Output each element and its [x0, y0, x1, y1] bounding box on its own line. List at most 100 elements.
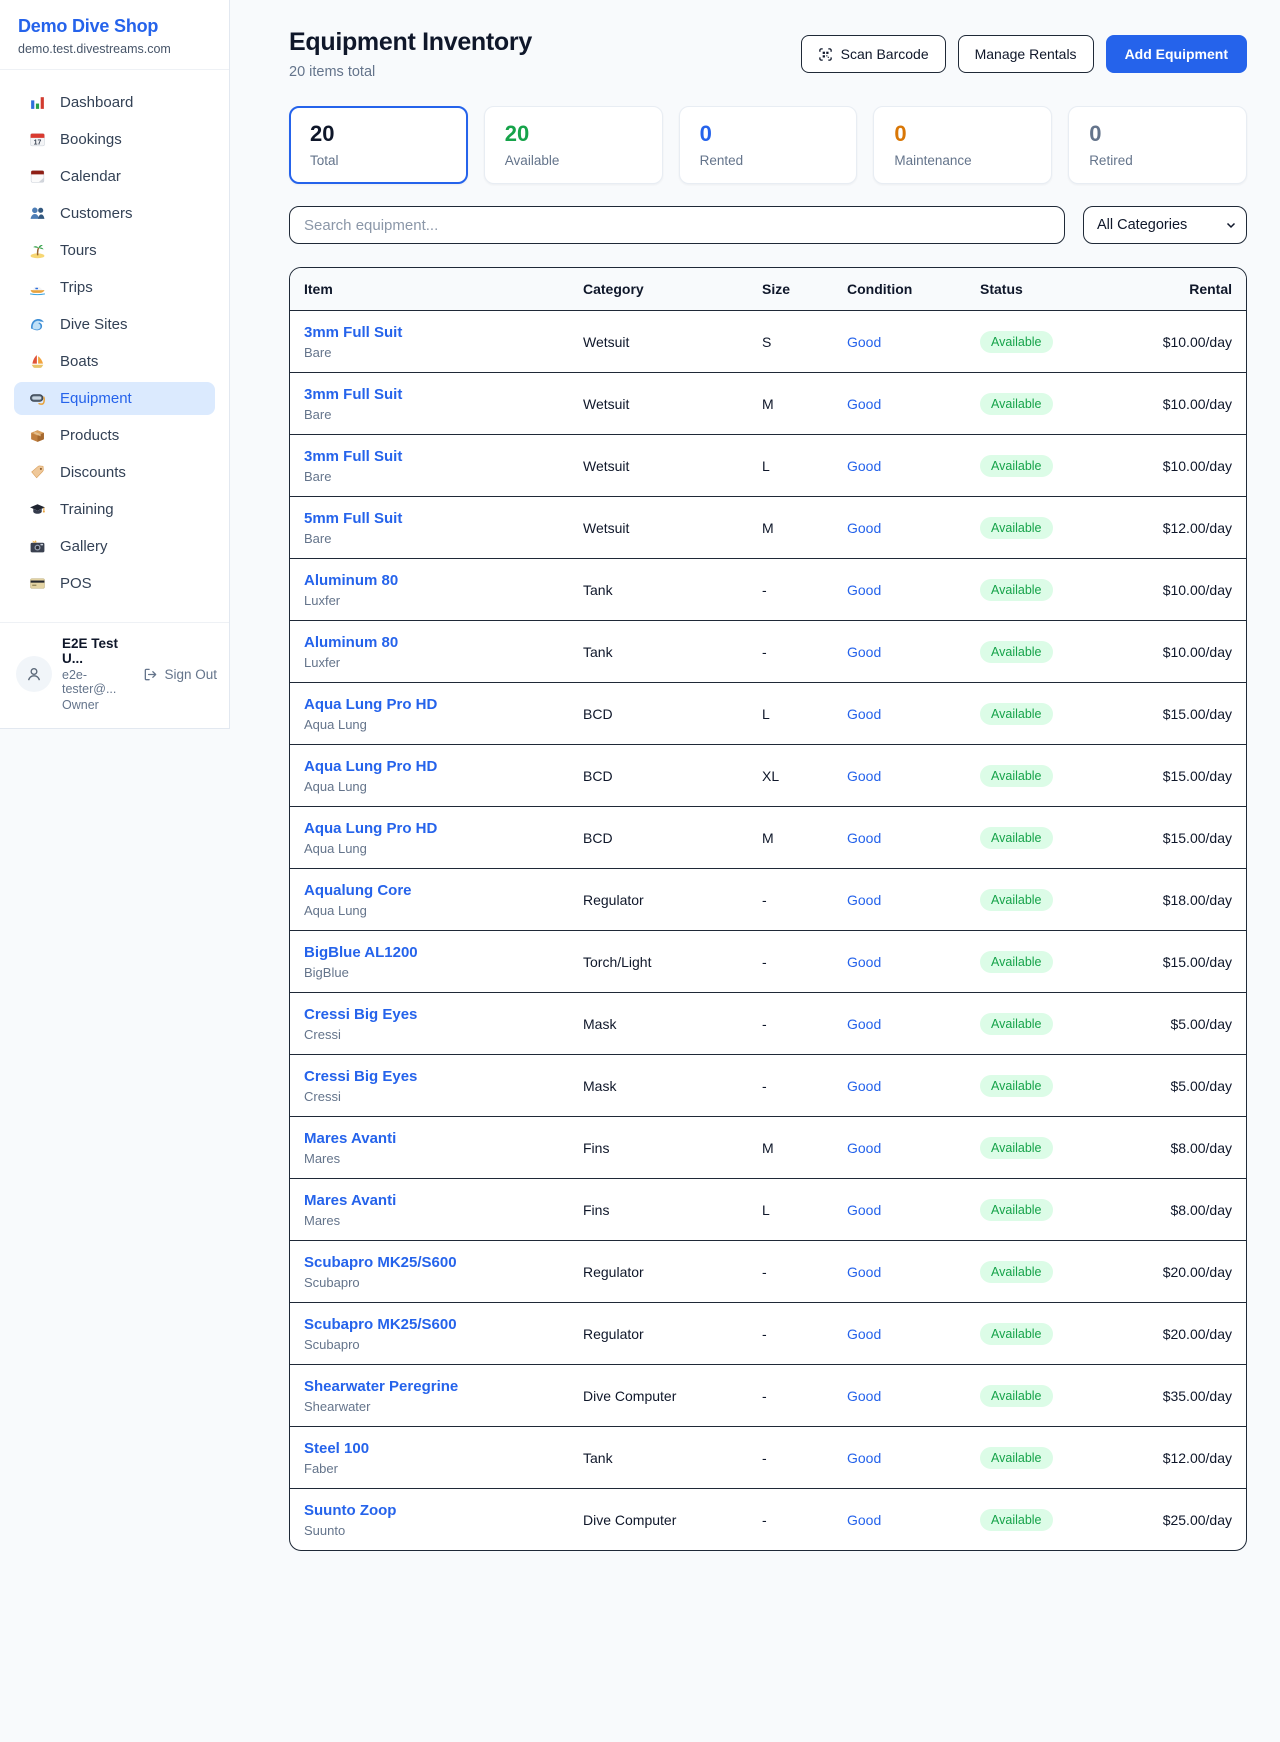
item-cell: Shearwater Peregrine Shearwater — [304, 1378, 583, 1414]
sidebar-item-label: Products — [60, 427, 119, 444]
condition-link[interactable]: Good — [847, 1326, 980, 1342]
avatar — [16, 656, 52, 692]
condition-link[interactable]: Good — [847, 892, 980, 908]
table-header-row: Item Category Size Condition Status Rent… — [290, 268, 1246, 310]
item-cell: Aqua Lung Pro HD Aqua Lung — [304, 696, 583, 732]
item-name-link[interactable]: BigBlue AL1200 — [304, 944, 583, 961]
item-name-link[interactable]: Aqua Lung Pro HD — [304, 758, 583, 775]
rental-price: $10.00/day — [1133, 458, 1232, 474]
search-input[interactable] — [289, 206, 1065, 244]
calendar-icon — [29, 168, 46, 185]
status-badge: Available — [980, 455, 1053, 477]
rental-price: $20.00/day — [1133, 1326, 1232, 1342]
sidebar-item-dashboard[interactable]: Dashboard — [14, 86, 215, 119]
item-name-link[interactable]: Aluminum 80 — [304, 634, 583, 651]
status-cell: Available — [980, 1385, 1133, 1407]
condition-link[interactable]: Good — [847, 830, 980, 846]
item-name-link[interactable]: Scubapro MK25/S600 — [304, 1254, 583, 1271]
condition-link[interactable]: Good — [847, 768, 980, 784]
item-name-link[interactable]: Cressi Big Eyes — [304, 1068, 583, 1085]
item-name-link[interactable]: 5mm Full Suit — [304, 510, 583, 527]
item-name-link[interactable]: Steel 100 — [304, 1440, 583, 1457]
item-brand: BigBlue — [304, 965, 583, 980]
condition-link[interactable]: Good — [847, 1202, 980, 1218]
condition-link[interactable]: Good — [847, 1078, 980, 1094]
sidebar-item-trips[interactable]: Trips — [14, 271, 215, 304]
sidebar-item-customers[interactable]: Customers — [14, 197, 215, 230]
condition-link[interactable]: Good — [847, 1512, 980, 1528]
condition-link[interactable]: Good — [847, 458, 980, 474]
item-name-link[interactable]: 3mm Full Suit — [304, 448, 583, 465]
condition-link[interactable]: Good — [847, 334, 980, 350]
status-badge: Available — [980, 1447, 1053, 1469]
item-name-link[interactable]: Suunto Zoop — [304, 1502, 583, 1519]
condition-link[interactable]: Good — [847, 706, 980, 722]
add-equipment-button[interactable]: Add Equipment — [1106, 35, 1247, 73]
condition-link[interactable]: Good — [847, 1140, 980, 1156]
item-name-link[interactable]: 3mm Full Suit — [304, 324, 583, 341]
sign-out-button[interactable]: Sign Out — [143, 667, 217, 682]
sidebar-item-tours[interactable]: Tours — [14, 234, 215, 267]
status-badge: Available — [980, 765, 1053, 787]
sidebar-item-label: Bookings — [60, 131, 122, 148]
sidebar-item-equipment[interactable]: Equipment — [14, 382, 215, 415]
sidebar-item-boats[interactable]: Boats — [14, 345, 215, 378]
condition-link[interactable]: Good — [847, 1450, 980, 1466]
item-name-link[interactable]: 3mm Full Suit — [304, 386, 583, 403]
sidebar-item-label: Calendar — [60, 168, 121, 185]
page-title-block: Equipment Inventory 20 items total — [289, 28, 532, 80]
item-size: S — [762, 334, 847, 350]
item-name-link[interactable]: Scubapro MK25/S600 — [304, 1316, 583, 1333]
sidebar-item-pos[interactable]: POS — [14, 567, 215, 600]
item-name-link[interactable]: Aqua Lung Pro HD — [304, 696, 583, 713]
item-name-link[interactable]: Mares Avanti — [304, 1130, 583, 1147]
sidebar-item-training[interactable]: Training — [14, 493, 215, 526]
stat-value: 20 — [505, 121, 642, 147]
condition-link[interactable]: Good — [847, 644, 980, 660]
sidebar-item-products[interactable]: Products — [14, 419, 215, 452]
scan-barcode-button[interactable]: Scan Barcode — [801, 35, 946, 73]
sidebar-item-label: Discounts — [60, 464, 126, 481]
condition-link[interactable]: Good — [847, 954, 980, 970]
sidebar: Demo Dive Shop demo.test.divestreams.com… — [0, 0, 230, 729]
column-header-category: Category — [583, 281, 762, 297]
category-select[interactable]: All Categories — [1083, 206, 1247, 244]
brand-block[interactable]: Demo Dive Shop demo.test.divestreams.com — [0, 0, 229, 70]
sidebar-item-calendar[interactable]: Calendar — [14, 160, 215, 193]
customers-icon — [29, 205, 46, 222]
condition-link[interactable]: Good — [847, 1264, 980, 1280]
stat-card-rented[interactable]: 0 Rented — [679, 106, 858, 184]
condition-link[interactable]: Good — [847, 1016, 980, 1032]
table-row: Aqua Lung Pro HD Aqua Lung BCD XL Good A… — [290, 744, 1246, 806]
status-badge: Available — [980, 517, 1053, 539]
condition-link[interactable]: Good — [847, 520, 980, 536]
sidebar-item-bookings[interactable]: 17 Bookings — [14, 123, 215, 156]
discounts-icon — [29, 464, 46, 481]
stat-value: 0 — [1089, 121, 1226, 147]
item-name-link[interactable]: Cressi Big Eyes — [304, 1006, 583, 1023]
item-name-link[interactable]: Aqua Lung Pro HD — [304, 820, 583, 837]
item-brand: Luxfer — [304, 655, 583, 670]
table-row: Scubapro MK25/S600 Scubapro Regulator - … — [290, 1302, 1246, 1364]
item-name-link[interactable]: Mares Avanti — [304, 1192, 583, 1209]
item-brand: Bare — [304, 469, 583, 484]
item-category: Tank — [583, 644, 762, 660]
manage-rentals-button[interactable]: Manage Rentals — [958, 35, 1094, 73]
stat-card-retired[interactable]: 0 Retired — [1068, 106, 1247, 184]
sidebar-item-dive-sites[interactable]: Dive Sites — [14, 308, 215, 341]
item-size: L — [762, 706, 847, 722]
item-name-link[interactable]: Shearwater Peregrine — [304, 1378, 583, 1395]
item-brand: Cressi — [304, 1027, 583, 1042]
stat-card-total[interactable]: 20 Total — [289, 106, 468, 184]
condition-link[interactable]: Good — [847, 1388, 980, 1404]
condition-link[interactable]: Good — [847, 582, 980, 598]
status-badge: Available — [980, 1013, 1053, 1035]
sidebar-item-gallery[interactable]: Gallery — [14, 530, 215, 563]
table-row: 3mm Full Suit Bare Wetsuit L Good Availa… — [290, 434, 1246, 496]
sidebar-item-discounts[interactable]: Discounts — [14, 456, 215, 489]
stat-card-maintenance[interactable]: 0 Maintenance — [873, 106, 1052, 184]
item-name-link[interactable]: Aqualung Core — [304, 882, 583, 899]
condition-link[interactable]: Good — [847, 396, 980, 412]
stat-card-available[interactable]: 20 Available — [484, 106, 663, 184]
item-name-link[interactable]: Aluminum 80 — [304, 572, 583, 589]
